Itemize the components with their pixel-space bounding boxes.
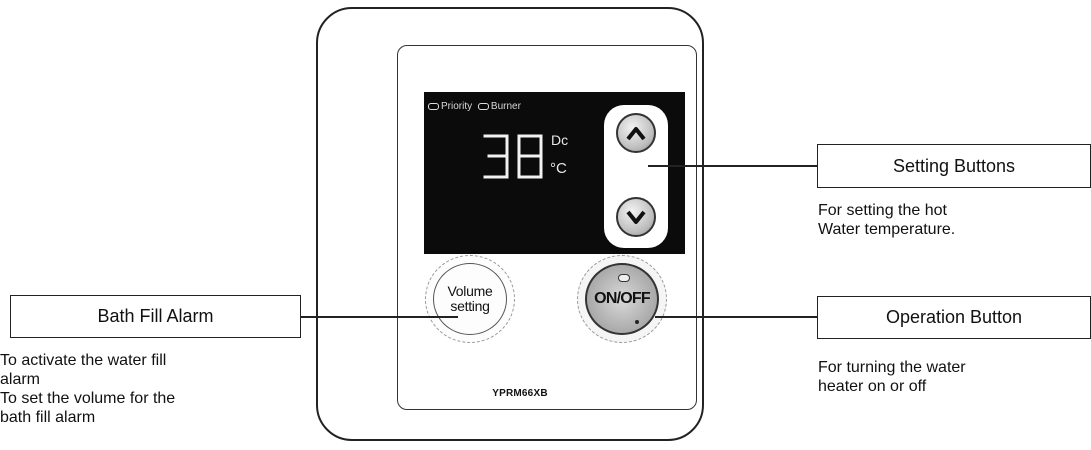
priority-indicator-icon [428, 102, 439, 110]
bath-fill-alarm-leader-line [300, 316, 458, 318]
indicator-row: Priority Burner [428, 101, 521, 112]
chevron-up-icon [626, 127, 646, 141]
indicator-dot-icon [635, 320, 639, 324]
setting-buttons-desc-line: Water temperature. [818, 221, 956, 238]
temperature-down-button[interactable] [616, 197, 656, 237]
operation-button-leader-line [655, 316, 818, 318]
bath-fill-alarm-desc-line: To activate the water fill [0, 352, 167, 369]
setting-buttons-callout: Setting Buttons [817, 144, 1091, 188]
on-off-label: ON/OFF [594, 290, 650, 307]
unit-top: Dc [551, 132, 569, 148]
volume-setting-button[interactable]: Volume setting [425, 255, 515, 343]
operation-button-desc-line: heater on or off [818, 378, 927, 395]
bath-fill-alarm-desc-line: bath fill alarm [0, 409, 96, 426]
chevron-down-icon [626, 210, 646, 224]
bath-fill-alarm-title: Bath Fill Alarm [97, 306, 214, 326]
digit-3 [483, 134, 509, 179]
setting-buttons-description: For setting the hot Water temperature. [818, 201, 955, 239]
operation-button-desc-line: For turning the water [818, 359, 966, 376]
bath-fill-alarm-desc-line: To set the volume for the [0, 390, 176, 407]
bath-fill-alarm-callout: Bath Fill Alarm [10, 295, 301, 338]
power-led-icon [618, 274, 630, 282]
burner-indicator-icon [477, 102, 489, 110]
temperature-digits [483, 134, 543, 179]
setting-buttons-group [604, 105, 668, 248]
unit-celsius: °C [550, 160, 567, 177]
setting-buttons-title: Setting Buttons [892, 155, 1016, 176]
burner-indicator-label: Burner [490, 101, 521, 112]
temperature-up-button[interactable] [616, 113, 656, 153]
operation-button-callout: Operation Button [817, 296, 1091, 339]
volume-setting-face: Volume setting [433, 263, 507, 335]
setting-buttons-desc-line: For setting the hot [818, 202, 947, 219]
operation-button-description: For turning the water heater on or off [818, 358, 966, 396]
model-number: YPRM66XB [492, 388, 548, 399]
priority-indicator-label: Priority [441, 101, 473, 112]
digit-8 [517, 134, 543, 179]
setting-label: setting [450, 298, 490, 314]
bath-fill-alarm-desc-line: alarm [0, 371, 41, 388]
on-off-button[interactable]: ON/OFF [577, 255, 667, 343]
bath-fill-alarm-description: To activate the water fill alarm To set … [0, 351, 175, 427]
operation-button-title: Operation Button [885, 307, 1023, 327]
volume-label: Volume [447, 283, 493, 299]
setting-buttons-leader-line [648, 165, 818, 167]
on-off-face: ON/OFF [585, 263, 659, 335]
